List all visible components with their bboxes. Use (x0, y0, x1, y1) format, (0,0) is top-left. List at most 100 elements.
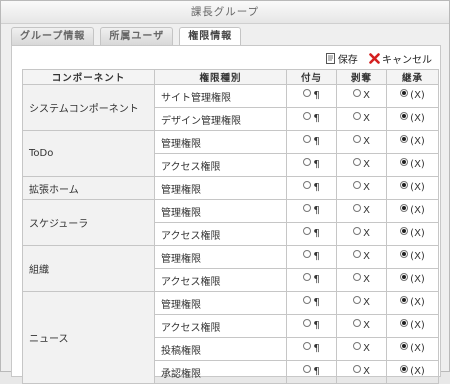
action-bar: 保存 キャンセル (317, 51, 432, 66)
tab-members[interactable]: 所属ユーザ (100, 27, 174, 45)
component-name-cell: 組織 (22, 245, 155, 292)
grant-radio-button[interactable] (303, 318, 312, 327)
component-name-cell: ニュース (22, 291, 155, 384)
table-row: ニュース 管理権限 ¶ X (X) (22, 291, 439, 384)
grant-radio-button[interactable] (303, 203, 312, 212)
grant-radio-button[interactable] (303, 111, 312, 120)
component-name-cell: システムコンポーネント (22, 84, 155, 131)
inherit-radio-button[interactable] (400, 88, 409, 97)
inherit-radio-button[interactable] (400, 157, 409, 166)
dialog-window: 課長グループ グループ情報 所属ユーザ 権限情報 保存 キャンセル コンポーネン… (0, 0, 450, 384)
inherit-radio-cell: (X) (386, 360, 439, 384)
grant-radio-button[interactable] (303, 226, 312, 235)
inherit-radio-button[interactable] (400, 203, 409, 212)
revoke-radio-button[interactable] (353, 341, 362, 350)
inherit-radio-button[interactable] (400, 180, 409, 189)
inherit-radio-button[interactable] (400, 341, 409, 350)
revoke-radio-button[interactable] (353, 295, 362, 304)
grant-radio-cell: ¶ (286, 153, 337, 177)
red-x-icon (369, 53, 380, 64)
permissions-panel: 保存 キャンセル コンポーネント 権限種別 付与 剥奪 継承 システムコンポーネ… (11, 45, 441, 384)
inherit-radio-button[interactable] (400, 134, 409, 143)
tab-permissions[interactable]: 権限情報 (179, 27, 242, 46)
grant-radio-button[interactable] (303, 180, 312, 189)
table-row: スケジューラ 管理権限 ¶ X (X) (22, 199, 439, 246)
grant-radio-button[interactable] (303, 272, 312, 281)
grant-radio-cell: ¶ (286, 176, 337, 200)
inherit-radio-button[interactable] (400, 318, 409, 327)
inherit-radio-button[interactable] (400, 295, 409, 304)
inherit-radio-button[interactable] (400, 111, 409, 120)
inherit-radio-cell: (X) (386, 222, 439, 246)
table-row: ToDo 管理権限 ¶ X (X) (22, 130, 439, 177)
inherit-radio-cell: (X) (386, 245, 439, 269)
inherit-radio-cell: (X) (386, 291, 439, 315)
inherit-radio-button[interactable] (400, 249, 409, 258)
table-row: システムコンポーネント サイト管理権限 ¶ X (X) (22, 84, 439, 131)
inherit-radio-label: (X) (410, 113, 425, 125)
revoke-radio-cell: X (336, 107, 387, 131)
grant-radio-button[interactable] (303, 88, 312, 97)
grant-radio-label: ¶ (313, 90, 320, 102)
revoke-radio-cell: X (336, 360, 387, 384)
revoke-radio-label: X (363, 136, 370, 148)
revoke-radio-cell: X (336, 268, 387, 292)
revoke-radio-button[interactable] (353, 318, 362, 327)
grant-radio-button[interactable] (303, 249, 312, 258)
inherit-radio-cell: (X) (386, 130, 439, 154)
grant-radio-cell: ¶ (286, 84, 337, 108)
cancel-button[interactable]: キャンセル (369, 51, 432, 66)
revoke-radio-button[interactable] (353, 157, 362, 166)
save-button[interactable]: 保存 (325, 51, 358, 66)
grant-radio-cell: ¶ (286, 268, 337, 292)
col-header-revoke: 剥奪 (336, 69, 387, 85)
permission-type-cell: 承認権限 (154, 360, 287, 384)
revoke-radio-button[interactable] (353, 111, 362, 120)
grant-radio-label: ¶ (313, 182, 320, 194)
revoke-radio-label: X (363, 182, 370, 194)
grant-radio-cell: ¶ (286, 199, 337, 223)
inherit-radio-label: (X) (410, 182, 425, 194)
col-header-inherit: 継承 (386, 69, 439, 85)
revoke-radio-button[interactable] (353, 88, 362, 97)
grant-radio-button[interactable] (303, 157, 312, 166)
inherit-radio-cell: (X) (386, 107, 439, 131)
revoke-radio-label: X (363, 113, 370, 125)
permission-type-cell: アクセス権限 (154, 153, 287, 177)
grant-radio-button[interactable] (303, 341, 312, 350)
inherit-radio-button[interactable] (400, 272, 409, 281)
revoke-radio-cell: X (336, 199, 387, 223)
inherit-radio-cell: (X) (386, 153, 439, 177)
permission-type-cell: 管理権限 (154, 199, 287, 223)
revoke-radio-label: X (363, 343, 370, 355)
grant-radio-button[interactable] (303, 134, 312, 143)
revoke-radio-label: X (363, 205, 370, 217)
revoke-radio-cell: X (336, 337, 387, 361)
permission-type-cell: 管理権限 (154, 176, 287, 200)
revoke-radio-label: X (363, 90, 370, 102)
revoke-radio-button[interactable] (353, 134, 362, 143)
revoke-radio-button[interactable] (353, 226, 362, 235)
inherit-radio-label: (X) (410, 274, 425, 286)
permission-type-cell: サイト管理権限 (154, 84, 287, 108)
table-body: システムコンポーネント サイト管理権限 ¶ X (X) デザイン管理権限 ¶ X (X) ToDo… (22, 84, 439, 384)
permission-type-cell: デザイン管理権限 (154, 107, 287, 131)
revoke-radio-button[interactable] (353, 203, 362, 212)
tab-bar: グループ情報 所属ユーザ 権限情報 (11, 27, 247, 46)
inherit-radio-label: (X) (410, 159, 425, 171)
grant-radio-label: ¶ (313, 274, 320, 286)
revoke-radio-button[interactable] (353, 249, 362, 258)
revoke-radio-button[interactable] (353, 180, 362, 189)
permission-type-cell: 管理権限 (154, 130, 287, 154)
grant-radio-button[interactable] (303, 295, 312, 304)
grant-radio-label: ¶ (313, 205, 320, 217)
revoke-radio-cell: X (336, 314, 387, 338)
inherit-radio-label: (X) (410, 205, 425, 217)
grant-radio-cell: ¶ (286, 291, 337, 315)
grant-radio-label: ¶ (313, 297, 320, 309)
inherit-radio-button[interactable] (400, 226, 409, 235)
inherit-radio-label: (X) (410, 136, 425, 148)
revoke-radio-button[interactable] (353, 272, 362, 281)
grant-radio-cell: ¶ (286, 314, 337, 338)
tab-group-info[interactable]: グループ情報 (11, 27, 95, 45)
